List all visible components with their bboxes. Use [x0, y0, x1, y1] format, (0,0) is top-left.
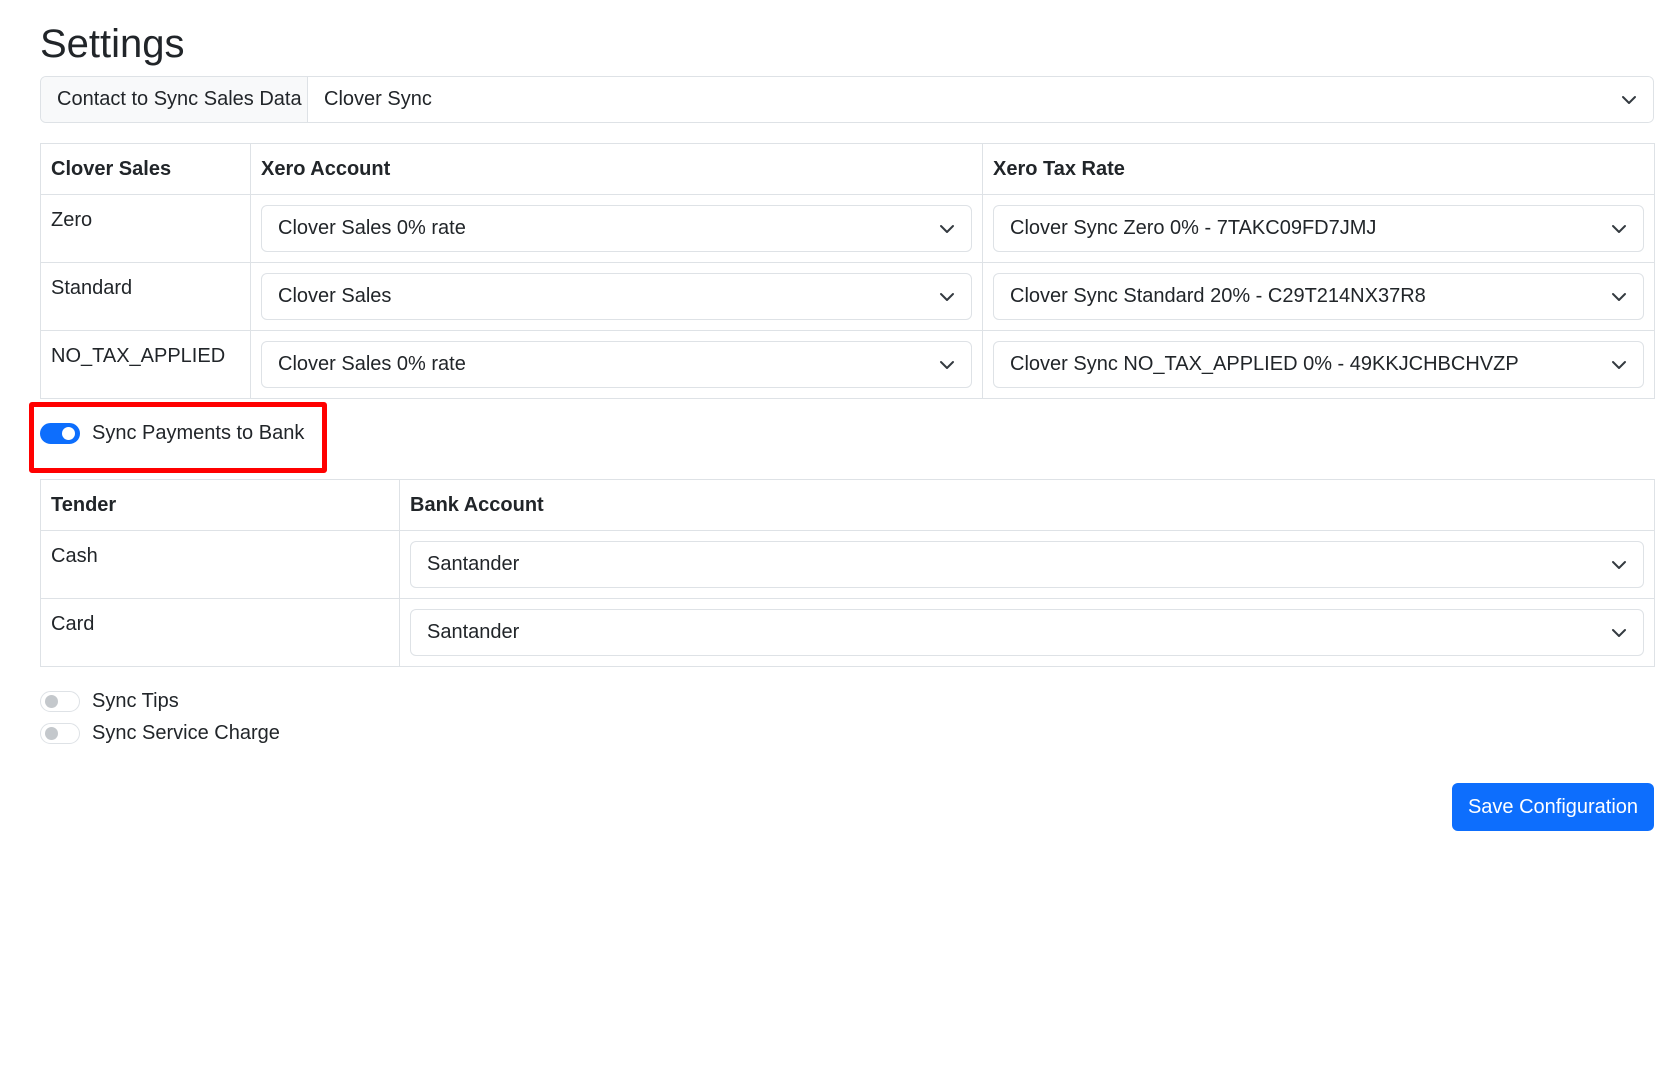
- contact-select[interactable]: Clover Sync: [308, 77, 1653, 122]
- column-header: Xero Account: [250, 143, 983, 195]
- sync-tips-toggle-row: Sync Tips: [40, 690, 179, 713]
- sync-payments-toggle-row: Sync Payments to Bank: [40, 422, 304, 445]
- xero-account-select[interactable]: Clover Sales 0% rate: [261, 205, 972, 252]
- select-value: Clover Sync NO_TAX_APPLIED 0% - 49KKJCHB…: [1010, 353, 1519, 375]
- chevron-down-icon: [1611, 625, 1627, 641]
- sales-mapping-table: Clover Sales Xero Account Xero Tax Rate …: [40, 143, 1655, 399]
- xero-account-select[interactable]: Clover Sales: [261, 273, 972, 320]
- table-row: Card Santander: [40, 598, 1655, 667]
- chevron-down-icon: [1621, 92, 1637, 108]
- bank-account-select[interactable]: Santander: [410, 541, 1644, 588]
- sales-type-cell: Standard: [40, 262, 251, 331]
- switch-knob: [62, 427, 75, 440]
- switch-knob: [45, 695, 58, 708]
- chevron-down-icon: [1611, 221, 1627, 237]
- select-value: Clover Sales 0% rate: [278, 217, 466, 239]
- sales-type-cell: NO_TAX_APPLIED: [40, 330, 251, 399]
- column-header: Bank Account: [399, 479, 1655, 531]
- sync-tips-switch[interactable]: [40, 691, 80, 712]
- contact-select-value: Clover Sync: [324, 88, 432, 110]
- save-configuration-button[interactable]: Save Configuration: [1452, 783, 1654, 831]
- chevron-down-icon: [939, 357, 955, 373]
- sync-service-charge-toggle-row: Sync Service Charge: [40, 722, 280, 745]
- sync-service-charge-switch[interactable]: [40, 723, 80, 744]
- select-value: Clover Sales: [278, 285, 392, 307]
- table-header-row: Tender Bank Account: [40, 479, 1655, 531]
- select-value: Santander: [427, 553, 520, 575]
- table-header-row: Clover Sales Xero Account Xero Tax Rate: [40, 143, 1655, 195]
- table-row: Zero Clover Sales 0% rate Clover Sync Ze…: [40, 194, 1655, 263]
- select-value: Clover Sales 0% rate: [278, 353, 466, 375]
- chevron-down-icon: [1611, 357, 1627, 373]
- chevron-down-icon: [1611, 289, 1627, 305]
- chevron-down-icon: [1611, 557, 1627, 573]
- sales-type-cell: Zero: [40, 194, 251, 263]
- select-value: Clover Sync Standard 20% - C29T214NX37R8: [1010, 285, 1426, 307]
- sync-payments-label[interactable]: Sync Payments to Bank: [92, 422, 304, 445]
- page-title: Settings: [40, 22, 185, 66]
- chevron-down-icon: [939, 289, 955, 305]
- table-row: Cash Santander: [40, 530, 1655, 599]
- contact-label: Contact to Sync Sales Data: [41, 77, 308, 122]
- tender-cell: Cash: [40, 530, 400, 599]
- select-value: Clover Sync Zero 0% - 7TAKC09FD7JMJ: [1010, 217, 1377, 239]
- xero-tax-rate-select[interactable]: Clover Sync Zero 0% - 7TAKC09FD7JMJ: [993, 205, 1644, 252]
- table-row: NO_TAX_APPLIED Clover Sales 0% rate Clov…: [40, 330, 1655, 399]
- xero-tax-rate-select[interactable]: Clover Sync Standard 20% - C29T214NX37R8: [993, 273, 1644, 320]
- contact-input-group: Contact to Sync Sales Data Clover Sync: [40, 76, 1654, 123]
- column-header: Tender: [40, 479, 400, 531]
- select-value: Santander: [427, 621, 520, 643]
- switch-knob: [45, 727, 58, 740]
- sync-tips-label[interactable]: Sync Tips: [92, 690, 179, 713]
- sync-payments-switch[interactable]: [40, 423, 80, 444]
- chevron-down-icon: [939, 221, 955, 237]
- xero-tax-rate-select[interactable]: Clover Sync NO_TAX_APPLIED 0% - 49KKJCHB…: [993, 341, 1644, 388]
- bank-account-select[interactable]: Santander: [410, 609, 1644, 656]
- column-header: Clover Sales: [40, 143, 251, 195]
- table-row: Standard Clover Sales Clover Sync Standa…: [40, 262, 1655, 331]
- tender-cell: Card: [40, 598, 400, 667]
- tender-mapping-table: Tender Bank Account Cash Santander Card …: [40, 479, 1655, 667]
- xero-account-select[interactable]: Clover Sales 0% rate: [261, 341, 972, 388]
- column-header: Xero Tax Rate: [982, 143, 1655, 195]
- sync-service-charge-label[interactable]: Sync Service Charge: [92, 722, 280, 745]
